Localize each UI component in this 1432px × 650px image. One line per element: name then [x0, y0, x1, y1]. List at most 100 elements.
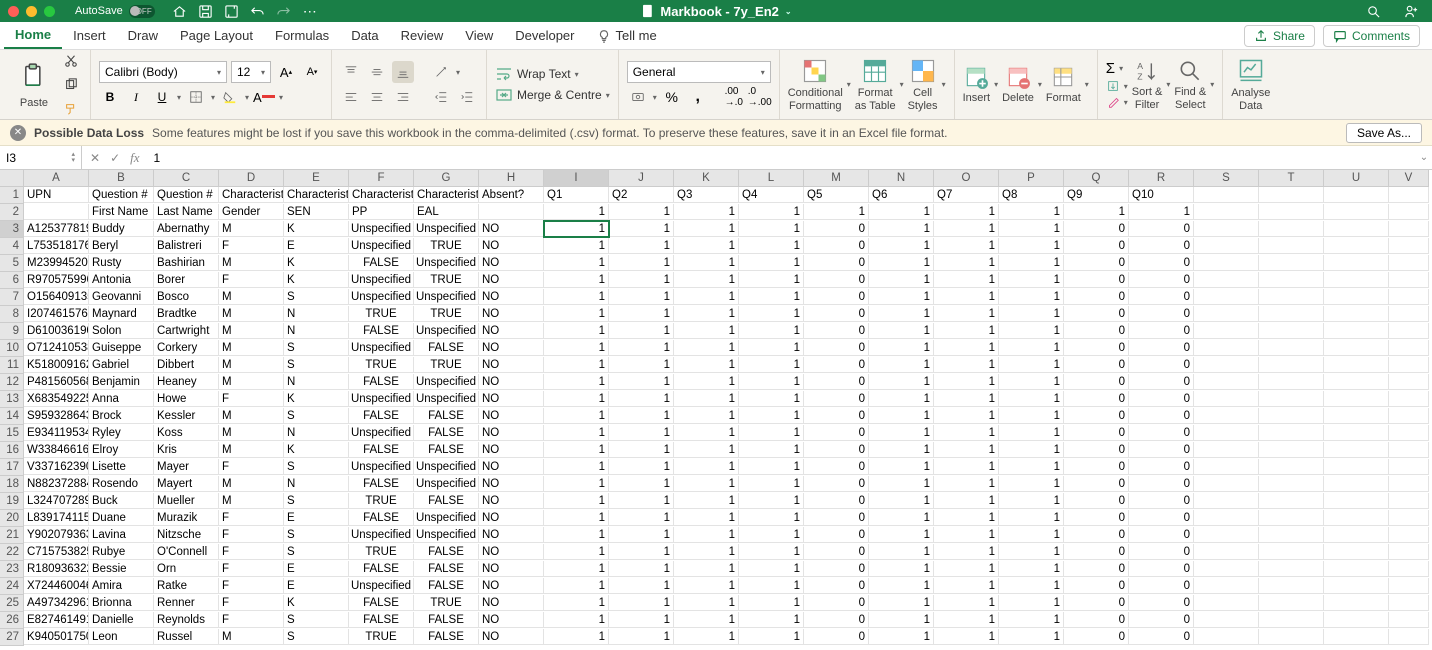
cell[interactable]: 0 [1129, 221, 1194, 237]
cell[interactable]: FALSE [349, 408, 414, 424]
cell[interactable] [1389, 612, 1429, 628]
cell[interactable]: Amira [89, 578, 154, 594]
cell[interactable]: FALSE [414, 442, 479, 458]
increase-indent-button[interactable] [456, 86, 478, 108]
cell[interactable]: 1 [999, 561, 1064, 577]
cell[interactable]: 1 [674, 459, 739, 475]
cell[interactable] [1259, 408, 1324, 424]
cell[interactable] [1324, 595, 1389, 611]
paste-button[interactable] [16, 59, 52, 95]
enter-formula-icon[interactable]: ✓ [110, 151, 120, 165]
cell[interactable]: 1 [544, 629, 609, 645]
cell[interactable]: N882372884 [24, 476, 89, 492]
cell[interactable] [1324, 204, 1389, 220]
cell[interactable]: 1 [674, 629, 739, 645]
cell[interactable]: 1 [674, 340, 739, 356]
cell[interactable]: 1 [739, 578, 804, 594]
cell[interactable]: Bradtke [154, 306, 219, 322]
tab-insert[interactable]: Insert [62, 23, 117, 48]
cell[interactable]: K [284, 442, 349, 458]
cell[interactable] [1324, 493, 1389, 509]
cell[interactable]: 1 [934, 612, 999, 628]
row-header[interactable]: 18 [0, 476, 24, 493]
cell[interactable] [1324, 374, 1389, 390]
row-header[interactable]: 14 [0, 408, 24, 425]
cell[interactable]: 0 [1064, 595, 1129, 611]
cell[interactable]: FALSE [349, 595, 414, 611]
cell[interactable]: 1 [999, 272, 1064, 288]
cell[interactable]: M [219, 476, 284, 492]
cell[interactable]: Maynard [89, 306, 154, 322]
column-header[interactable]: B [89, 170, 154, 187]
cell[interactable]: S [284, 357, 349, 373]
cell[interactable] [1259, 612, 1324, 628]
cell[interactable]: 0 [804, 391, 869, 407]
column-header[interactable]: T [1259, 170, 1324, 187]
cell[interactable]: Buddy [89, 221, 154, 237]
cell[interactable] [1389, 374, 1429, 390]
cell[interactable]: First Name [89, 204, 154, 220]
cell[interactable]: 0 [1064, 561, 1129, 577]
cell[interactable]: UPN [24, 187, 89, 203]
cell[interactable]: 0 [804, 476, 869, 492]
home-icon[interactable] [172, 3, 188, 19]
cell[interactable]: 1 [804, 204, 869, 220]
cell[interactable]: Bessie [89, 561, 154, 577]
cell[interactable] [1259, 357, 1324, 373]
cell[interactable]: 1 [999, 204, 1064, 220]
cell[interactable]: A125377819 [24, 221, 89, 237]
merge-centre-button[interactable]: Merge & Centre ▾ [495, 86, 610, 104]
tab-developer[interactable]: Developer [504, 23, 585, 48]
cell[interactable]: 1 [674, 595, 739, 611]
cell[interactable] [1389, 476, 1429, 492]
cell[interactable]: Last Name [154, 204, 219, 220]
cell[interactable]: 1 [934, 527, 999, 543]
save-icon[interactable] [198, 3, 214, 19]
cell[interactable] [1259, 255, 1324, 271]
cell[interactable]: NO [479, 578, 544, 594]
cell[interactable]: NO [479, 459, 544, 475]
cell[interactable]: NO [479, 289, 544, 305]
decrease-font-button[interactable]: A▾ [301, 61, 323, 83]
cell[interactable]: 1 [739, 391, 804, 407]
cell[interactable]: 1 [674, 612, 739, 628]
cell[interactable]: 1 [544, 289, 609, 305]
cell[interactable]: 1 [674, 476, 739, 492]
cell[interactable] [1259, 425, 1324, 441]
cell[interactable]: Q8 [999, 187, 1064, 203]
cell[interactable] [1194, 187, 1259, 203]
cell[interactable]: O712410538 [24, 340, 89, 356]
cell[interactable]: K [284, 272, 349, 288]
percent-button[interactable]: % [661, 86, 683, 108]
cell[interactable]: F [219, 238, 284, 254]
column-header[interactable]: N [869, 170, 934, 187]
cell[interactable] [1324, 255, 1389, 271]
cell[interactable] [1324, 408, 1389, 424]
cell[interactable]: 0 [1064, 272, 1129, 288]
cell[interactable]: Unspecified [414, 391, 479, 407]
cell[interactable]: NO [479, 391, 544, 407]
cell[interactable]: 0 [1064, 391, 1129, 407]
cell[interactable]: FALSE [414, 340, 479, 356]
cell[interactable]: TRUE [349, 629, 414, 645]
cell[interactable] [1324, 340, 1389, 356]
cell[interactable]: 1 [999, 374, 1064, 390]
formula-input[interactable]: 1 [148, 151, 1416, 165]
cell[interactable]: 1 [609, 204, 674, 220]
cell[interactable] [1259, 374, 1324, 390]
cell[interactable]: Borer [154, 272, 219, 288]
cell[interactable]: 1 [999, 357, 1064, 373]
cell[interactable]: 1 [739, 595, 804, 611]
cell[interactable]: S [284, 612, 349, 628]
cell[interactable]: Unspecified [414, 323, 479, 339]
row-header[interactable]: 21 [0, 527, 24, 544]
cell[interactable]: 0 [1129, 272, 1194, 288]
cell[interactable]: Unspecified [349, 425, 414, 441]
cell[interactable]: Unspecified [414, 255, 479, 271]
column-header[interactable]: L [739, 170, 804, 187]
cell[interactable]: Unspecified [349, 527, 414, 543]
cell[interactable]: C715753825 [24, 544, 89, 560]
cell[interactable] [1259, 289, 1324, 305]
cell[interactable] [1389, 442, 1429, 458]
cell[interactable]: F [219, 544, 284, 560]
